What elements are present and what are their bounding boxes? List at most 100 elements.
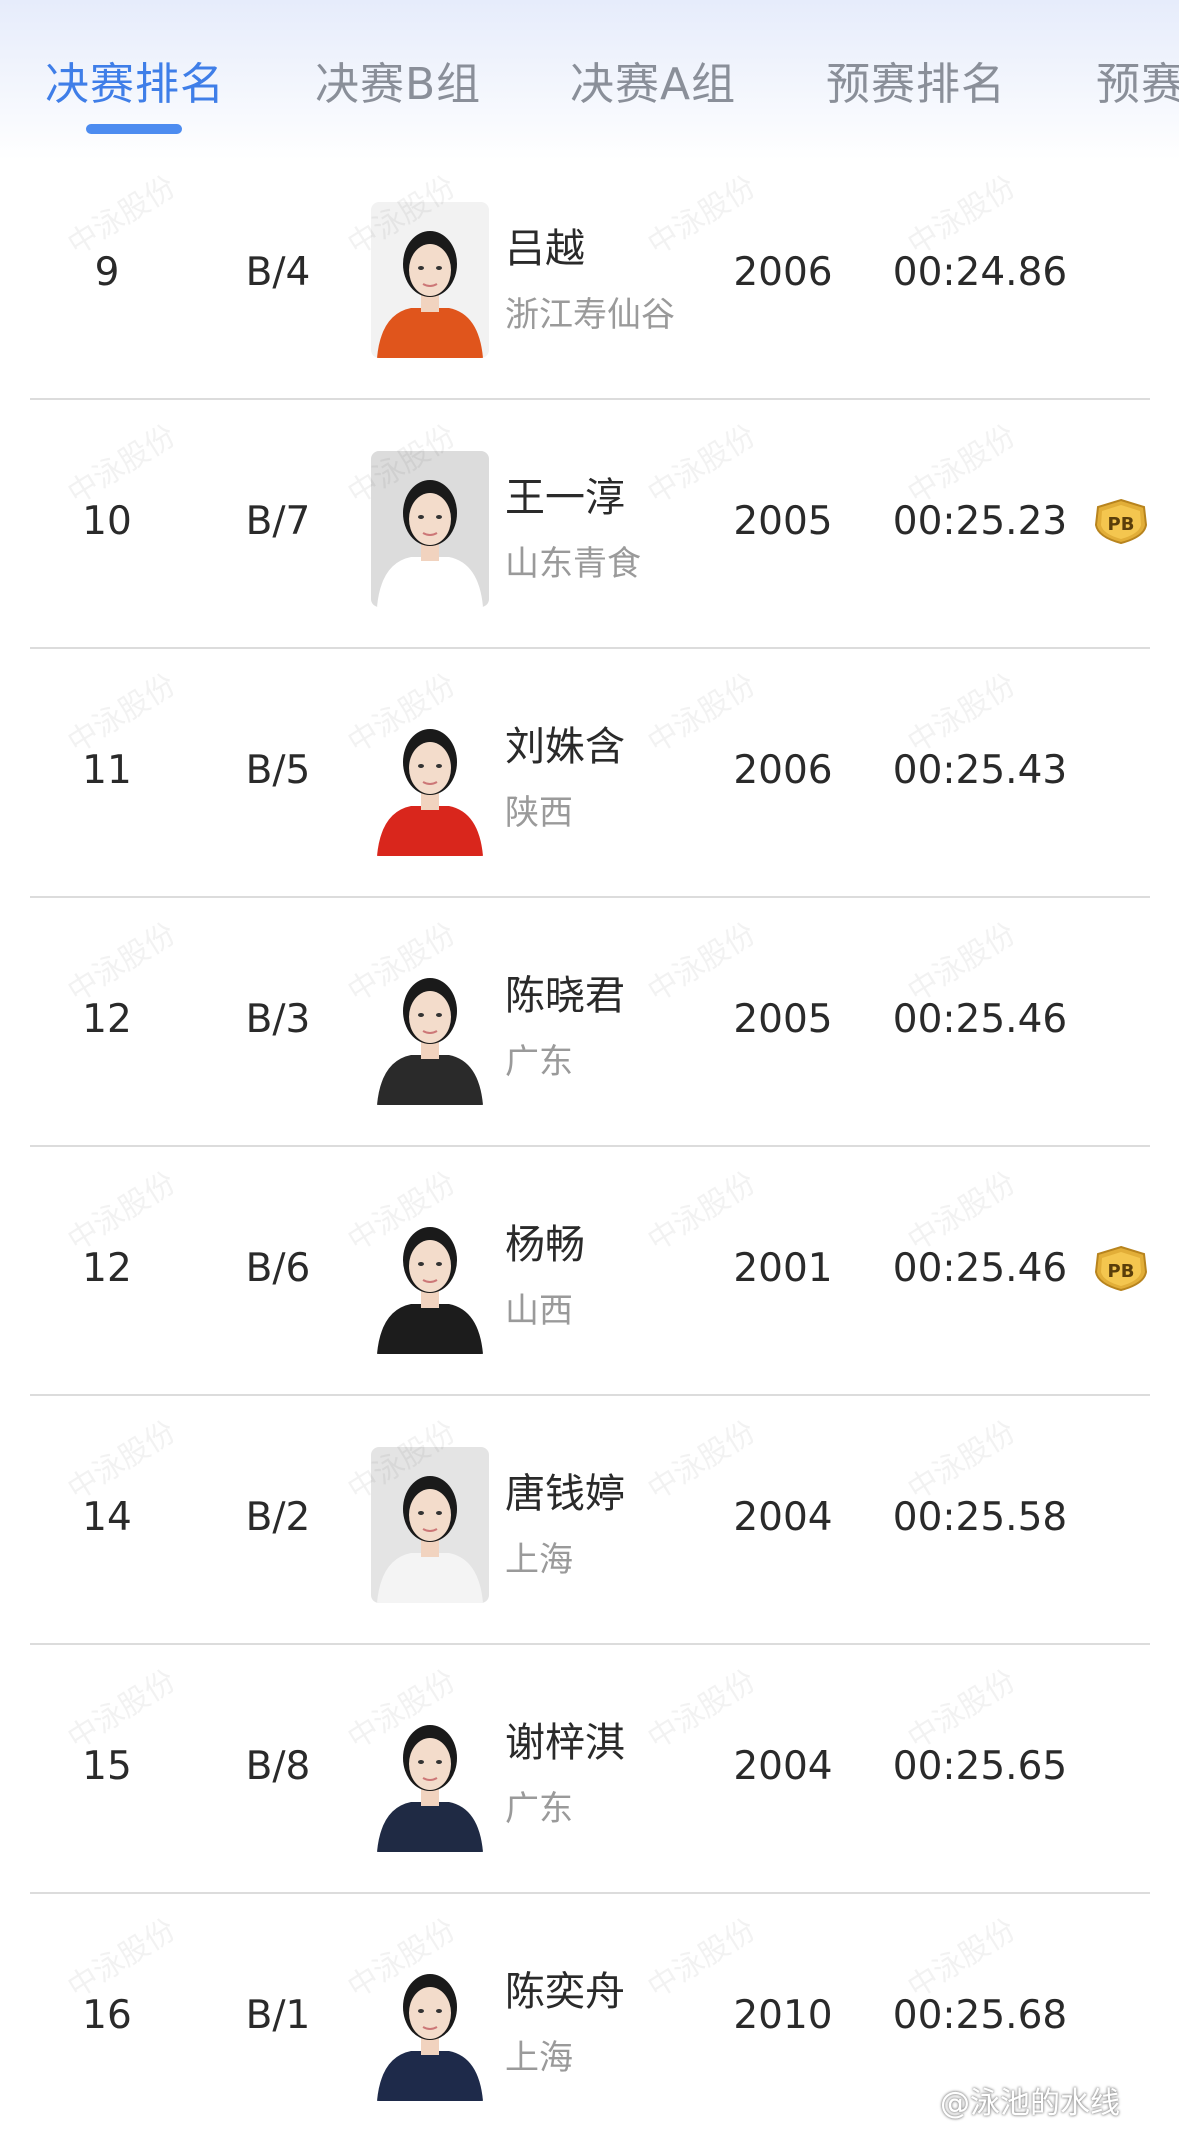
athlete-photo <box>371 1945 489 2101</box>
birth-year: 2004 <box>733 1495 833 1540</box>
watermark-text: 中泳股份 <box>61 1912 183 2006</box>
athlete-team: 山西 <box>505 1291 573 1331</box>
watermark-text: 中泳股份 <box>61 1414 183 1508</box>
rank: 12 <box>82 997 132 1042</box>
rank: 10 <box>82 499 132 544</box>
watermark-text: 中泳股份 <box>641 418 763 512</box>
watermark-text: 中泳股份 <box>901 1165 1023 1259</box>
results-list: 9 B/4 吕越 浙江寿仙谷 2006 00:24.86 中泳股份 中泳股份 中泳股… <box>0 151 1179 2143</box>
pb-badge-icon: PB <box>1092 497 1150 545</box>
watermark-text: 中泳股份 <box>901 667 1023 761</box>
lane: B/3 <box>245 997 311 1042</box>
athlete-team: 上海 <box>505 2038 573 2078</box>
athlete-name: 王一淳 <box>505 475 625 521</box>
watermark-text: 中泳股份 <box>641 916 763 1010</box>
birth-year: 2004 <box>733 1744 833 1789</box>
watermark-text: 中泳股份 <box>641 1912 763 2006</box>
athlete-name: 吕越 <box>505 226 585 272</box>
birth-year: 2006 <box>733 748 833 793</box>
tab-final-a[interactable]: 决赛A组 <box>570 48 736 112</box>
watermark-text: 中泳股份 <box>901 1912 1023 2006</box>
watermark-text: 中泳股份 <box>901 418 1023 512</box>
lane: B/5 <box>245 748 311 793</box>
athlete-team: 广东 <box>505 1042 573 1082</box>
rank: 15 <box>82 1744 132 1789</box>
athlete-photo <box>371 1447 489 1603</box>
athlete-photo <box>371 451 489 607</box>
rank: 14 <box>82 1495 132 1540</box>
result-time: 00:25.23 <box>892 499 1068 544</box>
watermark-text: 中泳股份 <box>61 418 183 512</box>
athlete-photo <box>371 202 489 358</box>
result-time: 00:24.86 <box>892 250 1068 295</box>
watermark-text: 中泳股份 <box>61 1663 183 1757</box>
rank: 16 <box>82 1993 132 2038</box>
lane: B/1 <box>245 1993 311 2038</box>
tab-final-ranking[interactable]: 决赛排名 <box>45 48 225 112</box>
lane: B/8 <box>245 1744 311 1789</box>
athlete-photo <box>371 1696 489 1852</box>
watermark-text: 中泳股份 <box>901 916 1023 1010</box>
result-time: 00:25.65 <box>892 1744 1068 1789</box>
result-time: 00:25.46 <box>892 997 1068 1042</box>
svg-text:PB: PB <box>1108 1261 1135 1282</box>
watermark-text: 中泳股份 <box>641 667 763 761</box>
rank: 12 <box>82 1246 132 1291</box>
result-row[interactable]: 9 B/4 吕越 浙江寿仙谷 2006 00:24.86 中泳股份 中泳股份 中泳股… <box>0 151 1179 400</box>
watermark-text: 中泳股份 <box>641 1663 763 1757</box>
watermark-text: 中泳股份 <box>61 916 183 1010</box>
athlete-name: 杨畅 <box>505 1222 585 1268</box>
result-row[interactable]: 11 B/5 刘姝含 陕西 2006 00:25.43 中泳股份 中泳股份 中泳股份… <box>0 649 1179 898</box>
result-row[interactable]: 14 B/2 唐钱婷 上海 2004 00:25.58 中泳股份 中泳股份 中泳股份… <box>0 1396 1179 1645</box>
result-row[interactable]: 12 B/3 陈晓君 广东 2005 00:25.46 中泳股份 中泳股份 中泳股份… <box>0 898 1179 1147</box>
result-time: 00:25.68 <box>892 1993 1068 2038</box>
lane: B/7 <box>245 499 311 544</box>
result-time: 00:25.43 <box>892 748 1068 793</box>
watermark-text: 中泳股份 <box>61 169 183 263</box>
lane: B/4 <box>245 250 311 295</box>
birth-year: 2010 <box>733 1993 833 2038</box>
watermark-text: 中泳股份 <box>901 169 1023 263</box>
athlete-team: 山东青食 <box>505 544 641 584</box>
result-time: 00:25.46 <box>892 1246 1068 1291</box>
athlete-photo <box>371 949 489 1105</box>
birth-year: 2005 <box>733 499 833 544</box>
tab-bar: 决赛排名 决赛B组 决赛A组 预赛排名 预赛 <box>0 0 1179 160</box>
tab-heat-ranking[interactable]: 预赛排名 <box>826 48 1006 112</box>
athlete-team: 陕西 <box>505 793 573 833</box>
athlete-team: 上海 <box>505 1540 573 1580</box>
svg-text:PB: PB <box>1108 514 1135 535</box>
credit-watermark: @泳池的水线 <box>940 2086 1120 2121</box>
watermark-text: 中泳股份 <box>61 1165 183 1259</box>
rank: 9 <box>94 250 120 295</box>
watermark-text: 中泳股份 <box>901 1663 1023 1757</box>
lane: B/2 <box>245 1495 311 1540</box>
result-row[interactable]: 15 B/8 谢梓淇 广东 2004 00:25.65 中泳股份 中泳股份 中泳股份… <box>0 1645 1179 1894</box>
athlete-name: 陈晓君 <box>505 973 625 1019</box>
watermark-text: 中泳股份 <box>641 1414 763 1508</box>
birth-year: 2006 <box>733 250 833 295</box>
active-tab-indicator <box>86 124 182 134</box>
athlete-team: 广东 <box>505 1789 573 1829</box>
result-row[interactable]: 12 B/6 杨畅 山西 2001 00:25.46 PB 中泳股份 中泳股份 中泳… <box>0 1147 1179 1396</box>
result-row[interactable]: 10 B/7 王一淳 山东青食 2005 00:25.23 PB 中泳股份 中泳股… <box>0 400 1179 649</box>
birth-year: 2005 <box>733 997 833 1042</box>
tab-final-b[interactable]: 决赛B组 <box>315 48 481 112</box>
watermark-text: 中泳股份 <box>61 667 183 761</box>
watermark-text: 中泳股份 <box>641 1165 763 1259</box>
athlete-name: 唐钱婷 <box>505 1471 625 1517</box>
watermark-text: 中泳股份 <box>901 1414 1023 1508</box>
tab-heat-partial[interactable]: 预赛 <box>1096 48 1179 112</box>
pb-badge-icon: PB <box>1092 1244 1150 1292</box>
athlete-team: 浙江寿仙谷 <box>505 295 675 335</box>
athlete-photo <box>371 1198 489 1354</box>
watermark-text: 中泳股份 <box>641 169 763 263</box>
athlete-name: 谢梓淇 <box>505 1720 625 1766</box>
birth-year: 2001 <box>733 1246 833 1291</box>
athlete-photo <box>371 700 489 856</box>
athlete-name: 陈奕舟 <box>505 1969 625 2015</box>
rank: 11 <box>82 748 132 793</box>
athlete-name: 刘姝含 <box>505 724 625 770</box>
result-time: 00:25.58 <box>892 1495 1068 1540</box>
lane: B/6 <box>245 1246 311 1291</box>
